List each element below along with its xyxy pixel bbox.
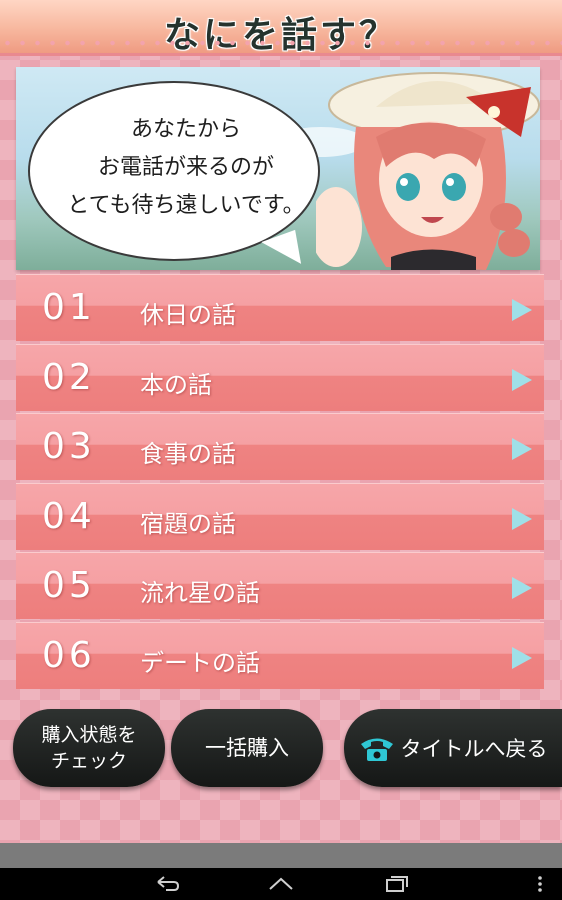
page-title: なにを話す？ xyxy=(163,15,398,56)
recent-apps-icon[interactable] xyxy=(381,873,411,895)
play-arrow-icon xyxy=(512,577,532,599)
topic-number: 03 xyxy=(42,426,96,467)
speech-bubble: あなたから お電話が来るのが とても待ち遠しいです。 xyxy=(28,81,320,261)
topic-item-date[interactable]: 06 デートの話 xyxy=(16,621,544,689)
topic-label: デートの話 xyxy=(140,648,260,677)
topic-number: 02 xyxy=(42,356,96,398)
character-banner: あなたから お電話が来るのが とても待ち遠しいです。 xyxy=(16,67,540,270)
speech-line: とても待ち遠しいです。 xyxy=(67,193,305,218)
topic-list: 01 休日の話 02 本の話 03 食事の話 04 宿題の話 05 流れ星の話 … xyxy=(16,274,544,691)
topic-label: 食事の話 xyxy=(140,440,236,468)
back-to-title-button[interactable]: タイトルへ戻る xyxy=(344,709,562,787)
play-arrow-icon xyxy=(512,299,532,321)
button-label-line: チェック xyxy=(50,750,127,772)
app-header: なにを話す？ xyxy=(0,0,562,56)
button-label-line: 購入状態を xyxy=(41,724,137,746)
play-arrow-icon xyxy=(512,646,532,669)
topic-number: 05 xyxy=(42,565,96,606)
check-purchase-status-button[interactable]: 購入状態を チェック xyxy=(13,709,165,787)
topic-number: 04 xyxy=(42,495,96,537)
topic-item-homework[interactable]: 04 宿題の話 xyxy=(16,482,544,550)
android-nav-bar xyxy=(0,868,562,900)
topic-item-book[interactable]: 02 本の話 xyxy=(16,343,544,411)
speech-line: あなたから xyxy=(130,117,241,142)
topic-label: 流れ星の話 xyxy=(140,579,260,607)
topic-item-shooting-star[interactable]: 05 流れ星の話 xyxy=(16,552,544,619)
speech-line: お電話が来るのが xyxy=(97,155,274,180)
play-arrow-icon xyxy=(512,507,532,530)
back-icon[interactable] xyxy=(152,873,182,895)
topic-number: 01 xyxy=(42,287,96,328)
home-icon[interactable] xyxy=(266,873,296,895)
character-illustration xyxy=(316,72,540,270)
topic-label: 休日の話 xyxy=(140,301,236,329)
button-label: タイトルへ戻る xyxy=(400,737,548,761)
header-dot-trim xyxy=(0,40,562,46)
topic-item-meal[interactable]: 03 食事の話 xyxy=(16,413,544,480)
bulk-purchase-button[interactable]: 一括購入 xyxy=(171,709,323,787)
button-label: 一括購入 xyxy=(205,736,289,760)
menu-overflow-icon[interactable] xyxy=(532,873,548,895)
play-arrow-icon xyxy=(512,438,532,460)
topic-label: 宿題の話 xyxy=(140,509,236,538)
play-arrow-icon xyxy=(512,368,532,391)
topic-item-holiday[interactable]: 01 休日の話 xyxy=(16,274,544,341)
topic-label: 本の話 xyxy=(140,370,212,399)
speech-text: あなたから お電話が来るのが とても待ち遠しいです。 xyxy=(66,111,306,225)
bottom-strip xyxy=(0,843,562,868)
topic-number: 06 xyxy=(42,634,96,676)
phone-icon xyxy=(360,738,393,761)
